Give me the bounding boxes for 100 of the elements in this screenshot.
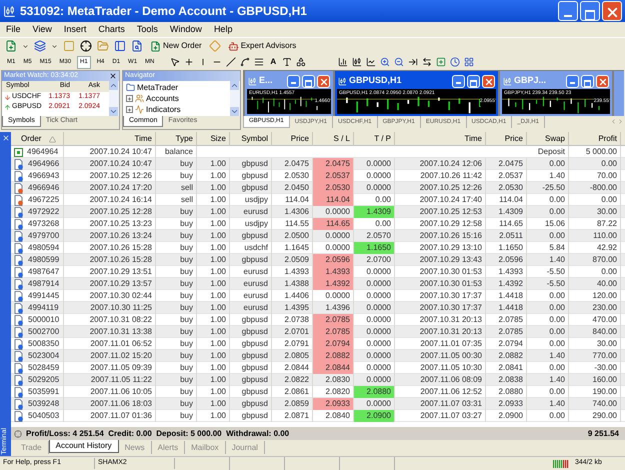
maximize-button[interactable] [581, 74, 594, 88]
new-order-button[interactable]: New Order [148, 40, 204, 52]
table-cell: 2.0882 [313, 350, 354, 362]
tree-item[interactable]: Accounts [146, 92, 179, 104]
line-chart-icon[interactable] [366, 57, 376, 67]
order-number: 5029205 [28, 374, 60, 386]
table-cell: 1.1650 [354, 242, 395, 254]
scroll-up-button[interactable] [109, 81, 118, 90]
menu-item[interactable]: Tools [136, 22, 158, 36]
zoom-out-icon[interactable] [394, 57, 404, 67]
summary-text: Profit/Loss: 4 251.54 Credit: 0.00 Deposit: 5 000.00 Withdrawal: 0.00 [26, 428, 290, 440]
maximize-button[interactable] [580, 1, 600, 21]
chart-title: GBPUSD,H1 [349, 74, 403, 88]
total-profit: 9 251.54 [588, 428, 620, 440]
order-number: 4967225 [28, 194, 60, 206]
table-cell: 2.0880 [354, 386, 395, 398]
close-button[interactable] [596, 74, 609, 88]
indicators-icon[interactable] [436, 57, 446, 67]
shapes-icon[interactable] [296, 57, 306, 67]
caret-icon[interactable] [51, 42, 58, 50]
column-header[interactable]: Swap [544, 132, 565, 146]
order-number: 5008350 [28, 338, 60, 350]
table-cell: 2.0871 [272, 410, 313, 422]
menu-item[interactable]: Charts [98, 22, 125, 36]
column-header[interactable]: S / L [334, 132, 350, 146]
order-number: 4972922 [28, 206, 60, 218]
autoscroll-icon[interactable] [408, 57, 418, 67]
order-number: 4964964 [27, 146, 58, 158]
order-number: 4994119 [28, 302, 59, 314]
order-number: 4979700 [28, 230, 60, 242]
accounts-icon [135, 94, 144, 103]
column-header[interactable]: Time [464, 132, 482, 146]
clock-icon[interactable] [450, 57, 460, 67]
scroll-down-button[interactable] [109, 107, 118, 116]
table-cell: gbpusd [230, 410, 272, 422]
table-cell: 114.65 [313, 218, 354, 230]
zoom-in-icon[interactable] [380, 57, 390, 67]
menu-item[interactable]: View [32, 22, 52, 36]
menu-item[interactable]: Window [170, 22, 202, 36]
terminal-tab[interactable]: Account History [48, 440, 119, 453]
close-icon[interactable] [109, 72, 117, 80]
close-button[interactable] [602, 1, 622, 21]
table-cell: 1.4393 [313, 266, 354, 278]
column-header[interactable]: Order [21, 132, 42, 146]
maximize-button[interactable] [467, 74, 480, 88]
profiles-icon[interactable] [34, 40, 46, 52]
menu-item[interactable]: File [6, 22, 21, 36]
menu-item[interactable]: Insert [64, 22, 86, 36]
column-header[interactable]: Profit [598, 132, 617, 146]
tree-item[interactable]: Indicators [146, 104, 181, 116]
sort-arrow-icon[interactable] [49, 136, 56, 142]
column-header[interactable]: Size [210, 132, 226, 146]
minimize-button[interactable] [566, 74, 579, 88]
indicator-icon [135, 105, 144, 114]
column-header[interactable]: Symbol [241, 132, 268, 146]
crosshair-icon[interactable] [80, 40, 92, 52]
text-tool[interactable]: A [268, 56, 278, 68]
minimize-button[interactable] [287, 74, 300, 88]
pointer-icon[interactable] [170, 57, 180, 67]
expand-icon[interactable] [126, 95, 133, 102]
text-label-icon[interactable] [282, 57, 292, 67]
table-cell: 2.0794 [313, 338, 354, 350]
column-header[interactable]: Time [134, 132, 152, 146]
templates-icon[interactable] [464, 57, 474, 67]
app-icon [3, 4, 16, 18]
scroll-down-button[interactable] [230, 107, 239, 116]
table-cell: 2.0475 [313, 158, 354, 170]
table-cell: 1.4309 [354, 206, 395, 218]
tree-item[interactable]: MetaTrader [137, 82, 178, 94]
order-number: 5000010 [28, 314, 60, 326]
expert-advisors-button[interactable]: Expert Advisors [226, 40, 298, 52]
table-cell: 290.00 [569, 410, 621, 422]
order-number: 5040503 [28, 410, 60, 422]
close-button[interactable] [482, 74, 495, 88]
column-header[interactable]: Price [504, 132, 523, 146]
trendline-icon[interactable] [226, 57, 236, 67]
order-number: 5002700 [28, 326, 60, 338]
bar-chart-icon[interactable] [338, 57, 348, 67]
new-chart-icon[interactable] [5, 40, 17, 52]
scroll-up-button[interactable] [230, 81, 239, 90]
minimize-button[interactable] [452, 74, 465, 88]
candlestick-icon[interactable] [352, 57, 362, 67]
minimize-button[interactable] [558, 1, 578, 21]
column-header[interactable]: T / P [374, 132, 391, 146]
table-cell: 2007.11.07 01:36 [64, 410, 156, 422]
chart-shift-icon[interactable] [422, 57, 432, 67]
chart-title: GBPJ... [514, 74, 548, 88]
column-header[interactable]: Type [176, 132, 193, 146]
summary-icon [14, 430, 22, 438]
search-icon[interactable] [131, 40, 143, 52]
table-cell: 2.0844 [313, 362, 354, 374]
panel-icon[interactable] [114, 40, 126, 52]
expand-icon[interactable] [126, 106, 133, 113]
column-header[interactable]: Price [290, 132, 309, 146]
crosshair-icon[interactable] [184, 57, 194, 67]
close-button[interactable] [317, 74, 330, 88]
menu-item[interactable]: Help [214, 22, 232, 36]
chart-title: E... [259, 74, 274, 88]
caret-icon[interactable] [22, 42, 29, 50]
maximize-button[interactable] [302, 74, 315, 88]
